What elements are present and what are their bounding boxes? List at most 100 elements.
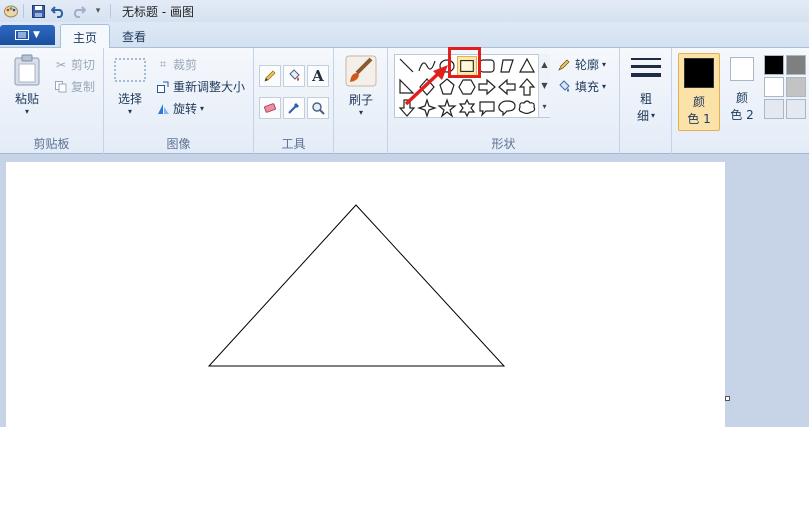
gallery-expand[interactable]: ▾ xyxy=(538,96,550,117)
tools-group: A 工具 xyxy=(254,48,334,154)
triangle-drawing xyxy=(207,204,506,367)
color2-button[interactable]: 颜 色 2 xyxy=(724,57,760,123)
tab-view[interactable]: 查看 xyxy=(110,24,158,49)
paint-app-icon[interactable] xyxy=(2,2,20,20)
rotate-label: 旋转 xyxy=(173,102,198,116)
fill-label: 填充 xyxy=(575,80,600,94)
oval-callout-shape[interactable] xyxy=(497,98,517,118)
fill-bucket-icon xyxy=(556,79,572,94)
left-arrow-shape[interactable] xyxy=(497,77,517,97)
color2-label-1: 颜 xyxy=(735,91,748,105)
outline-button[interactable]: 轮廓 ▾ xyxy=(556,56,606,73)
image-group: 选择 ▾ ⌗ 裁剪 重新调整大小 旋转 ▾ 图像 xyxy=(104,48,254,154)
palette-color[interactable] xyxy=(764,77,784,97)
fill-icon[interactable] xyxy=(283,65,305,87)
color2-label-2: 色 2 xyxy=(730,108,754,122)
title-bar: ▾ 无标题 - 画图 xyxy=(0,0,809,22)
redo-icon[interactable] xyxy=(69,2,87,20)
cloud-callout-shape[interactable] xyxy=(517,98,537,118)
color-picker-icon[interactable] xyxy=(283,97,305,119)
size-label-2: 细 ▾ xyxy=(637,107,655,124)
gallery-scroll-up[interactable]: ▲ xyxy=(538,54,550,75)
workspace xyxy=(0,155,809,519)
chevron-down-icon: ▼ xyxy=(33,30,40,40)
up-arrow-shape[interactable] xyxy=(517,77,537,97)
palette-color[interactable] xyxy=(764,99,784,119)
right-arrow-shape[interactable] xyxy=(477,77,497,97)
copy-icon xyxy=(54,80,68,93)
gallery-scroll-down[interactable]: ▼ xyxy=(538,75,550,96)
tab-home[interactable]: 主页 xyxy=(60,24,111,49)
line-width-icon xyxy=(630,56,662,84)
triangle-shape[interactable] xyxy=(517,56,537,76)
resize-icon xyxy=(156,81,170,93)
palette-color[interactable] xyxy=(764,55,784,75)
polygon-shape[interactable] xyxy=(497,56,517,76)
size-group: 粗 细 ▾ xyxy=(620,48,672,154)
undo-icon[interactable] xyxy=(49,2,67,20)
paste-label: 粘贴 xyxy=(14,92,39,106)
brushes-group: 刷子 ▾ xyxy=(334,48,388,154)
chevron-down-icon: ▾ xyxy=(651,111,656,120)
color1-label-1: 颜 xyxy=(692,95,705,109)
palette-color[interactable] xyxy=(786,77,806,97)
drawing-canvas[interactable] xyxy=(6,162,725,519)
size-label-1: 粗 xyxy=(639,92,652,106)
six-point-star-shape[interactable] xyxy=(457,98,477,118)
clipboard-group-label: 剪贴板 xyxy=(33,137,70,151)
paste-button[interactable]: 粘贴 ▾ xyxy=(8,54,46,116)
cut-label: 剪切 xyxy=(71,58,96,72)
outline-icon xyxy=(556,58,572,72)
save-icon[interactable] xyxy=(29,2,47,20)
chevron-down-icon: ▾ xyxy=(602,82,607,91)
size-button[interactable]: 粗 细 ▾ xyxy=(628,56,664,124)
eraser-icon[interactable] xyxy=(259,97,281,119)
chevron-down-icon: ▾ xyxy=(358,108,363,117)
pencil-icon[interactable] xyxy=(259,65,281,87)
color1-button[interactable]: 颜 色 1 xyxy=(678,53,720,131)
selection-icon xyxy=(114,58,146,82)
rotate-button[interactable]: 旋转 ▾ xyxy=(156,100,204,117)
brush-icon xyxy=(345,55,377,87)
rect-callout-shape[interactable] xyxy=(477,98,497,118)
color1-swatch xyxy=(684,58,714,88)
file-menu-icon xyxy=(15,30,30,40)
separator xyxy=(23,4,24,18)
crop-icon: ⌗ xyxy=(159,57,167,71)
ribbon-tab-row: ▼ 主页 查看 xyxy=(0,22,809,49)
resize-button[interactable]: 重新调整大小 xyxy=(156,78,245,95)
color2-swatch xyxy=(730,57,754,81)
copy-button[interactable]: 复制 xyxy=(54,78,95,95)
file-menu-button[interactable]: ▼ xyxy=(0,25,55,45)
canvas-resize-handle[interactable] xyxy=(725,396,730,401)
canvas-drawing xyxy=(207,204,506,367)
outline-label: 轮廓 xyxy=(575,58,600,72)
customize-dropdown-icon[interactable]: ▾ xyxy=(89,2,107,20)
rotate-icon xyxy=(156,103,170,115)
palette-color[interactable] xyxy=(786,55,806,75)
pointer-arrow-annotation xyxy=(404,65,448,106)
select-label: 选择 xyxy=(117,92,142,106)
separator xyxy=(110,4,111,18)
hexagon-shape[interactable] xyxy=(457,77,477,97)
color1-label-2: 色 1 xyxy=(687,112,711,126)
magnifier-icon[interactable] xyxy=(307,97,329,119)
copy-label: 复制 xyxy=(71,80,96,94)
brushes-button[interactable]: 刷子 ▾ xyxy=(342,55,380,117)
text-icon[interactable]: A xyxy=(307,65,329,87)
fill-button[interactable]: 填充 ▾ xyxy=(556,78,606,95)
chevron-down-icon: ▾ xyxy=(24,107,29,116)
cut-button[interactable]: ✂ 剪切 xyxy=(54,56,95,73)
clipboard-group: 粘贴 ▾ ✂ 剪切 复制 剪贴板 xyxy=(0,48,104,154)
palette-color[interactable] xyxy=(786,99,806,119)
brushes-label: 刷子 xyxy=(348,93,373,107)
resize-label: 重新调整大小 xyxy=(173,80,246,94)
chevron-down-icon: ▾ xyxy=(127,107,132,116)
clipboard-icon xyxy=(13,54,41,86)
select-button[interactable]: 选择 ▾ xyxy=(112,58,148,116)
chevron-down-icon: ▾ xyxy=(200,104,205,113)
window-title: 无标题 - 画图 xyxy=(122,4,194,19)
tools-group-label: 工具 xyxy=(281,137,306,151)
crop-button[interactable]: ⌗ 裁剪 xyxy=(156,56,197,73)
scissors-icon: ✂ xyxy=(55,57,67,72)
